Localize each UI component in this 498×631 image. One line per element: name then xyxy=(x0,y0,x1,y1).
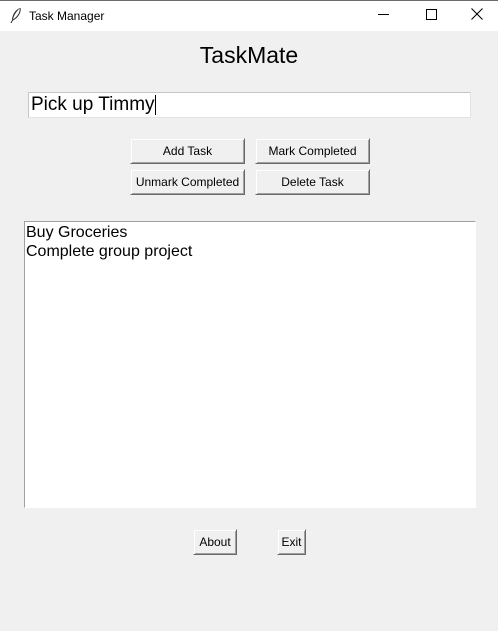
maximize-icon xyxy=(425,7,437,25)
delete-task-button[interactable]: Delete Task xyxy=(255,169,370,195)
unmark-completed-button[interactable]: Unmark Completed xyxy=(130,169,245,195)
close-icon xyxy=(471,7,483,25)
maximize-button[interactable] xyxy=(408,1,454,31)
add-task-button[interactable]: Add Task xyxy=(130,138,245,164)
mark-completed-button[interactable]: Mark Completed xyxy=(255,138,370,164)
task-manager-window: Task Manager TaskMate Add Task Mark Comp… xyxy=(0,0,498,631)
close-button[interactable] xyxy=(454,1,498,31)
list-item[interactable]: Complete group project xyxy=(25,242,475,261)
minimize-button[interactable] xyxy=(360,1,406,31)
task-input[interactable] xyxy=(28,92,471,118)
task-list[interactable]: Buy Groceries Complete group project xyxy=(24,221,476,508)
feather-icon xyxy=(9,7,23,24)
window-title: Task Manager xyxy=(29,9,105,23)
text-caret xyxy=(155,95,156,115)
exit-button[interactable]: Exit xyxy=(277,529,306,555)
app-title: TaskMate xyxy=(199,42,299,68)
minimize-icon xyxy=(377,7,389,25)
title-bar[interactable]: Task Manager xyxy=(0,0,498,31)
about-button[interactable]: About xyxy=(193,529,237,555)
task-list-items: Buy Groceries Complete group project xyxy=(25,223,475,261)
list-item[interactable]: Buy Groceries xyxy=(25,223,475,242)
